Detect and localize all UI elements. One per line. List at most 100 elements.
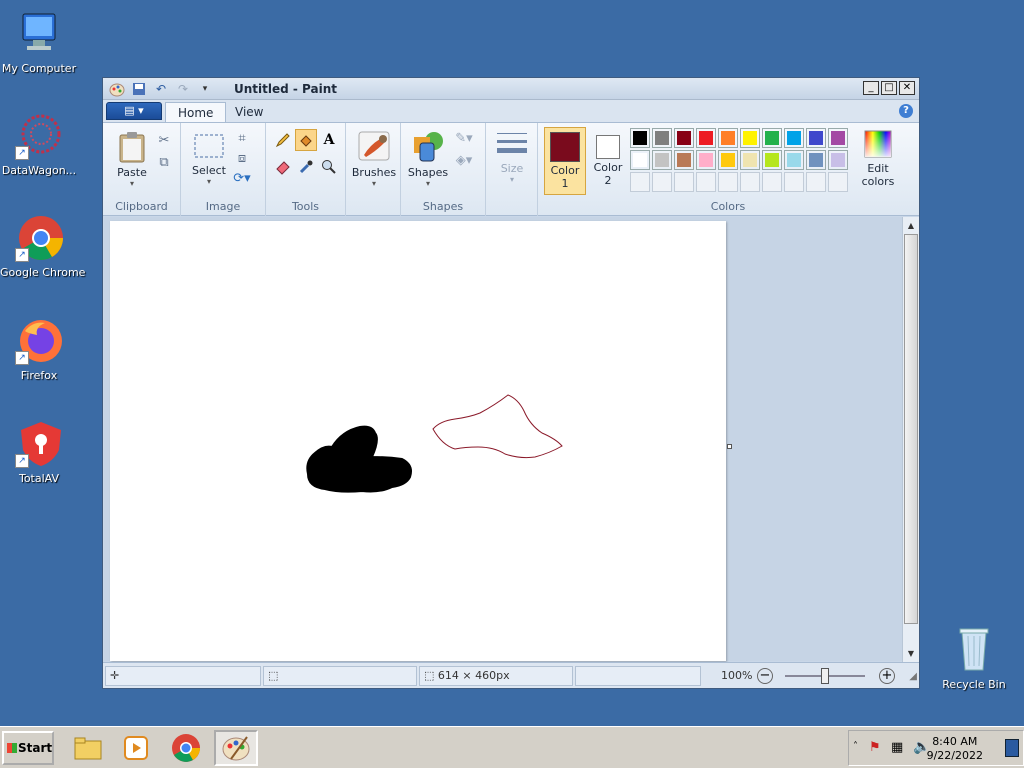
desktop-icon-datawagon[interactable]: ↗ DataWagon...	[0, 112, 78, 177]
outline-icon[interactable]: ✎▾	[455, 129, 473, 147]
cut-icon[interactable]: ✂	[155, 131, 173, 149]
palette-swatch[interactable]	[828, 150, 848, 170]
palette-swatch[interactable]	[828, 172, 848, 192]
undo-icon[interactable]: ↶	[153, 81, 169, 97]
palette-swatch[interactable]	[674, 150, 694, 170]
desktop-icon-recycle-bin[interactable]: Recycle Bin	[935, 626, 1013, 691]
paint-menu-button[interactable]: ▤ ▾	[106, 102, 162, 120]
fill-bucket-icon[interactable]	[295, 129, 317, 151]
customize-toolbar-icon[interactable]: ▾	[197, 81, 213, 97]
palette-swatch[interactable]	[740, 150, 760, 170]
palette-swatch[interactable]	[806, 172, 826, 192]
color1-button[interactable]: Color 1	[544, 127, 586, 195]
taskbar-explorer[interactable]	[66, 730, 110, 766]
tab-home[interactable]: Home	[165, 102, 227, 122]
edit-colors-button[interactable]: Edit colors	[856, 129, 900, 188]
select-button[interactable]: Select ▾	[189, 133, 229, 186]
select-rect-icon	[194, 134, 224, 158]
palette-swatch[interactable]	[674, 172, 694, 192]
zoom-in-button[interactable]: +	[879, 668, 895, 684]
zoom-slider-thumb[interactable]	[821, 668, 829, 684]
brushes-button[interactable]: Brushes ▾	[350, 129, 398, 188]
title-bar[interactable]: ↶ ↷ ▾ Untitled - Paint _ □ ✕	[103, 78, 919, 100]
palette-swatch[interactable]	[674, 128, 694, 148]
chevron-down-icon: ▾	[206, 177, 211, 186]
redo-icon[interactable]: ↷	[175, 81, 191, 97]
shapes-button[interactable]: Shapes ▾	[405, 129, 451, 188]
desktop-icon-google-chrome[interactable]: ↗ Google Chrome	[0, 214, 85, 279]
scroll-thumb[interactable]	[904, 234, 918, 624]
palette-swatch[interactable]	[630, 128, 650, 148]
palette-swatch[interactable]	[762, 172, 782, 192]
palette-swatch[interactable]	[740, 172, 760, 192]
clock[interactable]: 8:40 AM 9/22/2022	[927, 735, 983, 763]
color-picker-icon[interactable]	[295, 156, 317, 178]
text-tool-icon[interactable]: A	[318, 129, 340, 151]
desktop-icon-totalav[interactable]: ↗ TotalAV	[0, 420, 78, 485]
start-button[interactable]: Start	[2, 731, 54, 765]
palette-swatch[interactable]	[718, 128, 738, 148]
palette-swatch[interactable]	[630, 150, 650, 170]
maximize-button[interactable]: □	[881, 81, 897, 95]
close-button[interactable]: ✕	[899, 81, 915, 95]
palette-swatch[interactable]	[784, 128, 804, 148]
palette-swatch[interactable]	[784, 150, 804, 170]
palette-swatch[interactable]	[718, 150, 738, 170]
pencil-icon[interactable]	[272, 129, 294, 151]
paint-palette-icon	[222, 736, 250, 761]
palette-swatch[interactable]	[806, 150, 826, 170]
palette-swatch[interactable]	[718, 172, 738, 192]
image-size: ⬚ 614 × 460px	[419, 666, 573, 686]
resize-icon[interactable]: ⧈	[233, 149, 251, 167]
palette-swatch[interactable]	[652, 150, 672, 170]
computer-icon	[15, 10, 63, 58]
palette-swatch[interactable]	[696, 128, 716, 148]
desktop-icon-firefox[interactable]: ↗ Firefox	[0, 317, 78, 382]
taskbar-media-player[interactable]	[114, 730, 158, 766]
palette-swatch[interactable]	[740, 128, 760, 148]
vertical-scrollbar[interactable]: ▲ ▼	[902, 217, 919, 662]
group-label: Colors	[710, 200, 746, 213]
palette-swatch[interactable]	[696, 172, 716, 192]
fill-icon[interactable]: ◈▾	[455, 151, 473, 169]
show-hidden-icons[interactable]: ˄	[853, 741, 858, 752]
swatch-color	[809, 131, 823, 145]
save-icon[interactable]	[131, 81, 147, 97]
palette-swatch[interactable]	[762, 128, 782, 148]
taskbar-chrome[interactable]	[164, 730, 208, 766]
palette-swatch[interactable]	[630, 172, 650, 192]
tab-view[interactable]: View	[223, 102, 275, 122]
crop-icon[interactable]: ⌗	[233, 129, 251, 147]
palette-swatch[interactable]	[696, 150, 716, 170]
scroll-down-icon[interactable]: ▼	[904, 646, 918, 661]
eraser-icon[interactable]	[272, 156, 294, 178]
drawing-canvas[interactable]	[110, 221, 726, 661]
show-desktop-button[interactable]	[1005, 739, 1019, 757]
scroll-up-icon[interactable]: ▲	[904, 218, 918, 233]
palette-swatch[interactable]	[828, 128, 848, 148]
network-icon[interactable]: ▦	[891, 740, 903, 755]
clock-time: 8:40 AM	[932, 735, 978, 748]
desktop-icon-my-computer[interactable]: My Computer	[0, 10, 78, 75]
magnifier-icon[interactable]	[318, 156, 340, 178]
copy-icon[interactable]: ⧉	[155, 153, 173, 171]
canvas-resize-handle[interactable]	[727, 444, 732, 449]
zoom-out-button[interactable]: −	[757, 668, 773, 684]
ribbon-tabs: ▤ ▾ Home View ?	[103, 100, 919, 122]
paste-button[interactable]: Paste ▾	[113, 131, 151, 188]
resize-grip-icon[interactable]: ◢	[909, 671, 917, 682]
help-icon[interactable]: ?	[899, 104, 913, 118]
palette-swatch[interactable]	[652, 172, 672, 192]
taskbar-paint[interactable]	[214, 730, 258, 766]
palette-swatch[interactable]	[784, 172, 804, 192]
firefox-icon: ↗	[15, 317, 63, 365]
size-button[interactable]: Size ▾	[492, 129, 532, 184]
color2-button[interactable]: Color 2	[588, 127, 628, 195]
swatch-color	[765, 131, 779, 145]
palette-swatch[interactable]	[762, 150, 782, 170]
rotate-icon[interactable]: ⟳▾	[233, 169, 251, 187]
action-center-flag-icon[interactable]: ⚑	[869, 740, 881, 755]
palette-swatch[interactable]	[652, 128, 672, 148]
minimize-button[interactable]: _	[863, 81, 879, 95]
palette-swatch[interactable]	[806, 128, 826, 148]
